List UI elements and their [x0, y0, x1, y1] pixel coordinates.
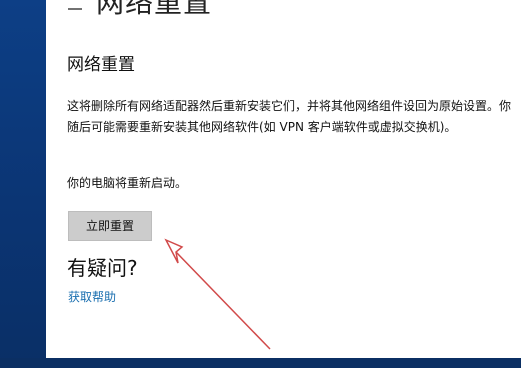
menu-icon	[68, 0, 82, 10]
reset-description: 这将删除所有网络适配器然后重新安装它们，并将其他网络组件设回为原始设置。你随后可…	[67, 99, 512, 134]
taskbar-strip	[0, 358, 521, 368]
reset-now-button[interactable]: 立即重置	[68, 211, 152, 241]
get-help-link[interactable]: 获取帮助	[68, 288, 116, 306]
section-title: 网络重置	[67, 55, 135, 75]
screenshot-page: 网络重置 网络重置 这将删除所有网络适配器然后重新安装它们，并将其他网络组件设回…	[0, 0, 521, 368]
restart-note: 你的电脑将重新启动。	[67, 176, 188, 190]
page-title-text: 网络重置	[96, 0, 213, 19]
help-question: 有疑问?	[67, 256, 138, 280]
page-title: 网络重置	[68, 0, 212, 20]
settings-window: 网络重置 网络重置 这将删除所有网络适配器然后重新安装它们，并将其他网络组件设回…	[46, 0, 521, 368]
desktop-background-strip	[0, 0, 46, 368]
